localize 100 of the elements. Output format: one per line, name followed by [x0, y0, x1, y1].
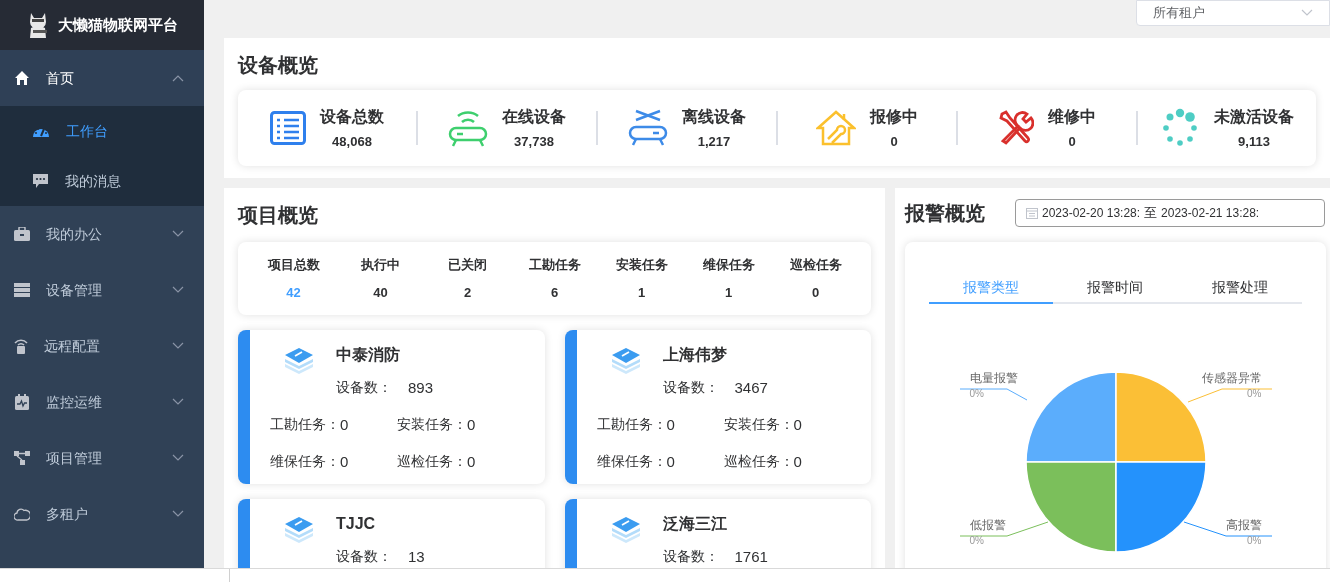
- device-count: 13: [408, 547, 425, 567]
- cloud-icon: [14, 507, 30, 521]
- stat-label: 报修中: [870, 106, 918, 127]
- end-date: 2023-02-21 13:28:: [1161, 205, 1260, 222]
- task-count: 0: [666, 452, 675, 472]
- task-label: 巡检任务：: [397, 452, 467, 471]
- project-name: 上海伟梦: [662, 345, 728, 365]
- house-wrench-icon: [816, 108, 856, 148]
- stat-label: 安装任务: [615, 256, 668, 274]
- calendar-pulse-icon: [14, 394, 30, 410]
- project-card[interactable]: 上海伟梦 设备数： 3467 工勘任务：0 安装任务：0 维保任务：0 巡检任务：0: [564, 330, 871, 484]
- stat-label: 工勘任务: [528, 256, 581, 274]
- list-icon: [270, 111, 306, 145]
- leader-line: [959, 388, 1027, 401]
- tools-icon: [998, 110, 1034, 146]
- chevron-down-icon: [1301, 9, 1313, 17]
- stat-label: 项目总数: [267, 256, 320, 274]
- router-signal-icon: [448, 108, 488, 148]
- stat-label: 巡检任务: [789, 256, 842, 274]
- task-count: 0: [340, 452, 349, 472]
- stat-value: 40: [373, 283, 388, 302]
- layers-icon: [284, 515, 314, 545]
- sidebar-item[interactable]: 监控运维: [0, 374, 204, 430]
- project-name: TJJC: [336, 514, 377, 534]
- stat-label: 设备总数: [320, 106, 384, 127]
- device-count: 893: [408, 378, 434, 398]
- submenu-item[interactable]: 我的消息: [0, 156, 204, 206]
- date-range-field[interactable]: 2023-02-20 13:28: 至 2023-02-21 13:28:: [1015, 199, 1325, 227]
- tab[interactable]: 报警处理: [1177, 272, 1302, 304]
- slice-percent: 0%: [1247, 388, 1262, 400]
- device-count: 1761: [734, 547, 768, 567]
- chat-icon: [32, 173, 49, 189]
- task-label: 巡检任务：: [723, 452, 794, 471]
- sidebar-item[interactable]: 设备管理: [0, 262, 204, 318]
- router-icon: [14, 338, 28, 354]
- task-label: 安装任务：: [397, 414, 467, 434]
- sidebar-item[interactable]: 项目管理: [0, 430, 204, 486]
- stat-value: 6: [550, 283, 559, 302]
- sidebar-item[interactable]: 多租户: [0, 486, 204, 542]
- task-count: 0: [340, 414, 349, 435]
- project-name: 中泰消防: [336, 345, 401, 365]
- stat-value: 42: [286, 283, 301, 302]
- project-card[interactable]: 泛海三江 设备数： 1761: [564, 499, 871, 568]
- task-label: 工勘任务：: [270, 414, 340, 434]
- stat-value: 1: [637, 283, 646, 302]
- task-label: 维保任务：: [596, 452, 667, 471]
- stat-value: 0: [811, 283, 820, 302]
- device-count-label: 设备数：: [336, 547, 393, 566]
- slice-percent: 0%: [1247, 535, 1262, 547]
- stat-label: 已关闭: [448, 256, 487, 274]
- router-cross-icon: [628, 108, 668, 148]
- stat-label: 未激活设备: [1214, 106, 1294, 127]
- pie-slice[interactable]: [1024, 371, 1117, 463]
- stat-value: 1: [724, 283, 733, 302]
- section-title: 报警概览: [905, 201, 985, 226]
- spinner-dots-icon: [1160, 108, 1200, 148]
- hierarchy-icon: [14, 450, 30, 466]
- project-card[interactable]: TJJC 设备数： 13: [238, 499, 545, 568]
- stat-label: 维保任务: [702, 256, 755, 274]
- device-count: 3467: [734, 378, 768, 398]
- stat-value: 48,068: [332, 132, 372, 151]
- range-separator: 至: [1144, 204, 1158, 223]
- device-count-label: 设备数：: [662, 547, 720, 566]
- brand-title: 大懒猫物联网平台: [58, 14, 178, 35]
- slice-label: 传感器异常: [1201, 371, 1262, 385]
- stat-value: 37,738: [514, 132, 554, 151]
- submenu-item[interactable]: 工作台: [0, 106, 204, 156]
- task-count: 0: [793, 452, 802, 472]
- sidebar-item[interactable]: 我的办公: [0, 206, 204, 262]
- sidebar-item[interactable]: 远程配置: [0, 318, 204, 374]
- briefcase-icon: [14, 227, 30, 241]
- calendar-icon: [1026, 207, 1038, 219]
- server-icon: [14, 283, 30, 297]
- pie-slice[interactable]: [1024, 461, 1117, 553]
- stat-label: 执行中: [361, 256, 400, 274]
- device-count-label: 设备数：: [662, 378, 720, 397]
- section-title: 设备概览: [238, 53, 319, 78]
- stat-value: 9,113: [1238, 132, 1270, 151]
- stat-value: 1,217: [697, 132, 731, 151]
- stat-label: 离线设备: [682, 106, 746, 127]
- pie-slice[interactable]: [1114, 461, 1207, 553]
- home-icon: [14, 70, 30, 86]
- project-card[interactable]: 中泰消防 设备数： 893 工勘任务：0 安装任务：0 维保任务：0 巡检任务：0: [238, 330, 545, 484]
- device-count-label: 设备数：: [336, 378, 393, 397]
- stat-value: 0: [1068, 132, 1076, 151]
- tenant-select[interactable]: 所有租户: [1136, 0, 1330, 26]
- task-count: 0: [793, 414, 802, 435]
- slice-label: 高报警: [1225, 518, 1262, 532]
- stat-label: 维修中: [1048, 106, 1096, 127]
- slice-percent: 0%: [969, 388, 984, 400]
- task-count: 0: [666, 414, 675, 435]
- stat-label: 在线设备: [502, 106, 566, 127]
- slice-label: 电量报警: [969, 371, 1018, 385]
- project-name: 泛海三江: [662, 514, 728, 534]
- task-label: 工勘任务：: [596, 414, 667, 434]
- task-count: 0: [467, 452, 476, 472]
- stat-value: 0: [890, 132, 898, 151]
- section-title: 项目概览: [238, 203, 319, 228]
- tab[interactable]: 报警时间: [1053, 272, 1178, 304]
- layers-icon: [610, 346, 641, 376]
